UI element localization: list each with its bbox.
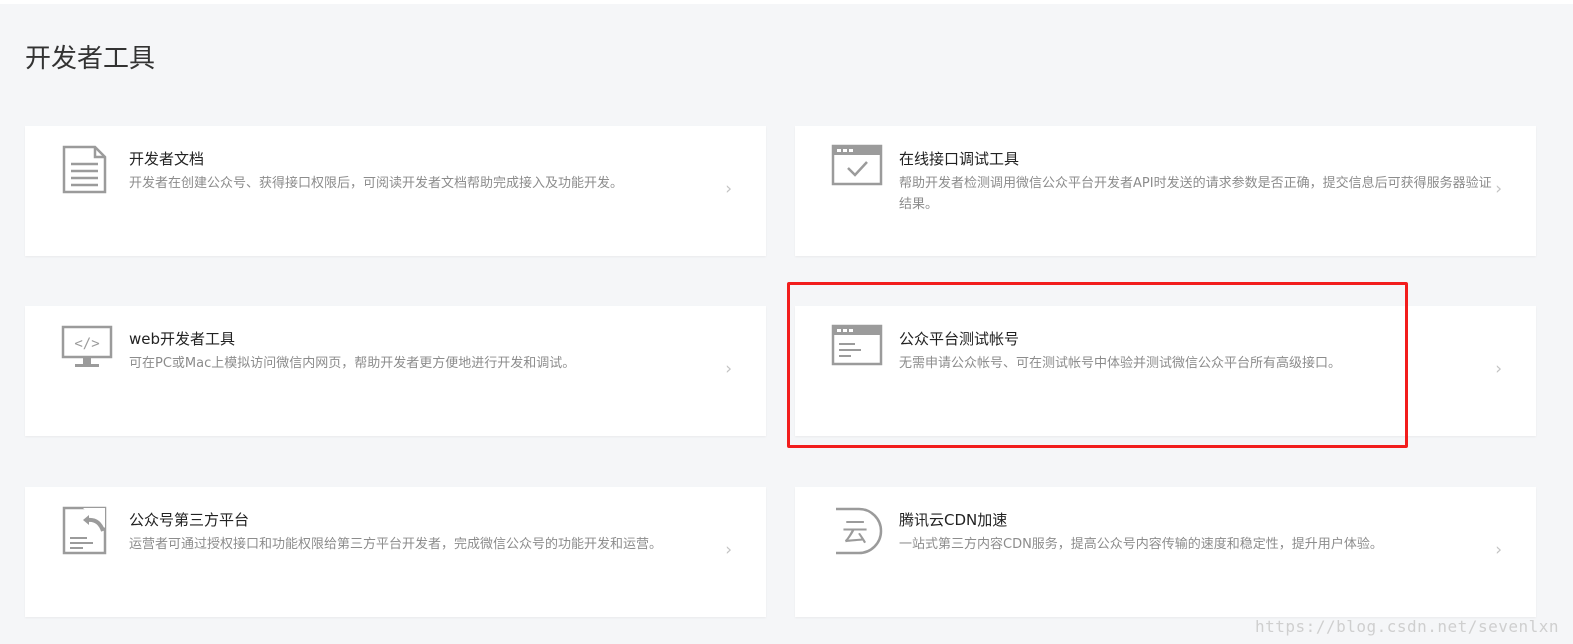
card-test-account[interactable]: 公众平台测试帐号 无需申请公众帐号、可在测试帐号中体验并测试微信公众平台所有高级… (795, 306, 1536, 436)
svg-text:云: 云 (842, 518, 868, 548)
card-title: 腾讯云CDN加速 (899, 511, 1008, 529)
card-title: 在线接口调试工具 (899, 150, 1020, 168)
page-title: 开发者工具 (25, 44, 156, 74)
card-description: 开发者在创建公众号、获得接口权限后，可阅读开发者文档帮助完成接入及功能开发。 (129, 176, 624, 191)
chevron-right-icon: › (1495, 179, 1502, 199)
watermark: https://blog.csdn.net/sevenlxn (1255, 617, 1559, 636)
card-title: 公众平台测试帐号 (899, 330, 1020, 348)
card-title: web开发者工具 (129, 330, 236, 348)
card-description: 无需申请公众帐号、可在测试帐号中体验并测试微信公众平台所有高级接口。 (899, 356, 1342, 371)
chevron-right-icon: › (725, 179, 732, 199)
chevron-right-icon: › (725, 359, 732, 379)
card-description: 可在PC或Mac上模拟访问微信内网页，帮助开发者更方便地进行开发和调试。 (129, 356, 576, 371)
share-document-icon (61, 505, 113, 557)
card-description: 帮助开发者检测调用微信公众平台开发者API时发送的请求参数是否正确，提交信息后可… (899, 176, 1492, 212)
card-tencent-cdn[interactable]: 云 腾讯云CDN加速 一站式第三方内容CDN服务，提高公众号内容传输的速度和稳定… (795, 487, 1536, 617)
svg-text:</>: </> (74, 336, 99, 352)
card-api-debug-tool[interactable]: 在线接口调试工具 帮助开发者检测调用微信公众平台开发者API时发送的请求参数是否… (795, 126, 1536, 256)
cloud-yun-icon: 云 (831, 505, 883, 557)
chevron-right-icon: › (1495, 359, 1502, 379)
card-title: 开发者文档 (129, 150, 205, 168)
chevron-right-icon: › (1495, 540, 1502, 560)
card-web-dev-tool[interactable]: </> web开发者工具 可在PC或Mac上模拟访问微信内网页，帮助开发者更方便… (25, 306, 766, 436)
card-developer-docs[interactable]: 开发者文档 开发者在创建公众号、获得接口权限后，可阅读开发者文档帮助完成接入及功… (25, 126, 766, 256)
document-icon (61, 144, 113, 196)
card-third-party-platform[interactable]: 公众号第三方平台 运营者可通过授权接口和功能权限给第三方平台开发者，完成微信公众… (25, 487, 766, 617)
top-border (0, 0, 1573, 4)
monitor-code-icon: </> (61, 324, 113, 376)
browser-window-icon (831, 324, 883, 376)
chevron-right-icon: › (725, 540, 732, 560)
card-description: 运营者可通过授权接口和功能权限给第三方平台开发者，完成微信公众号的功能开发和运营… (129, 537, 663, 552)
browser-check-icon (831, 144, 883, 196)
card-description: 一站式第三方内容CDN服务，提高公众号内容传输的速度和稳定性，提升用户体验。 (899, 537, 1383, 552)
card-title: 公众号第三方平台 (129, 511, 250, 529)
